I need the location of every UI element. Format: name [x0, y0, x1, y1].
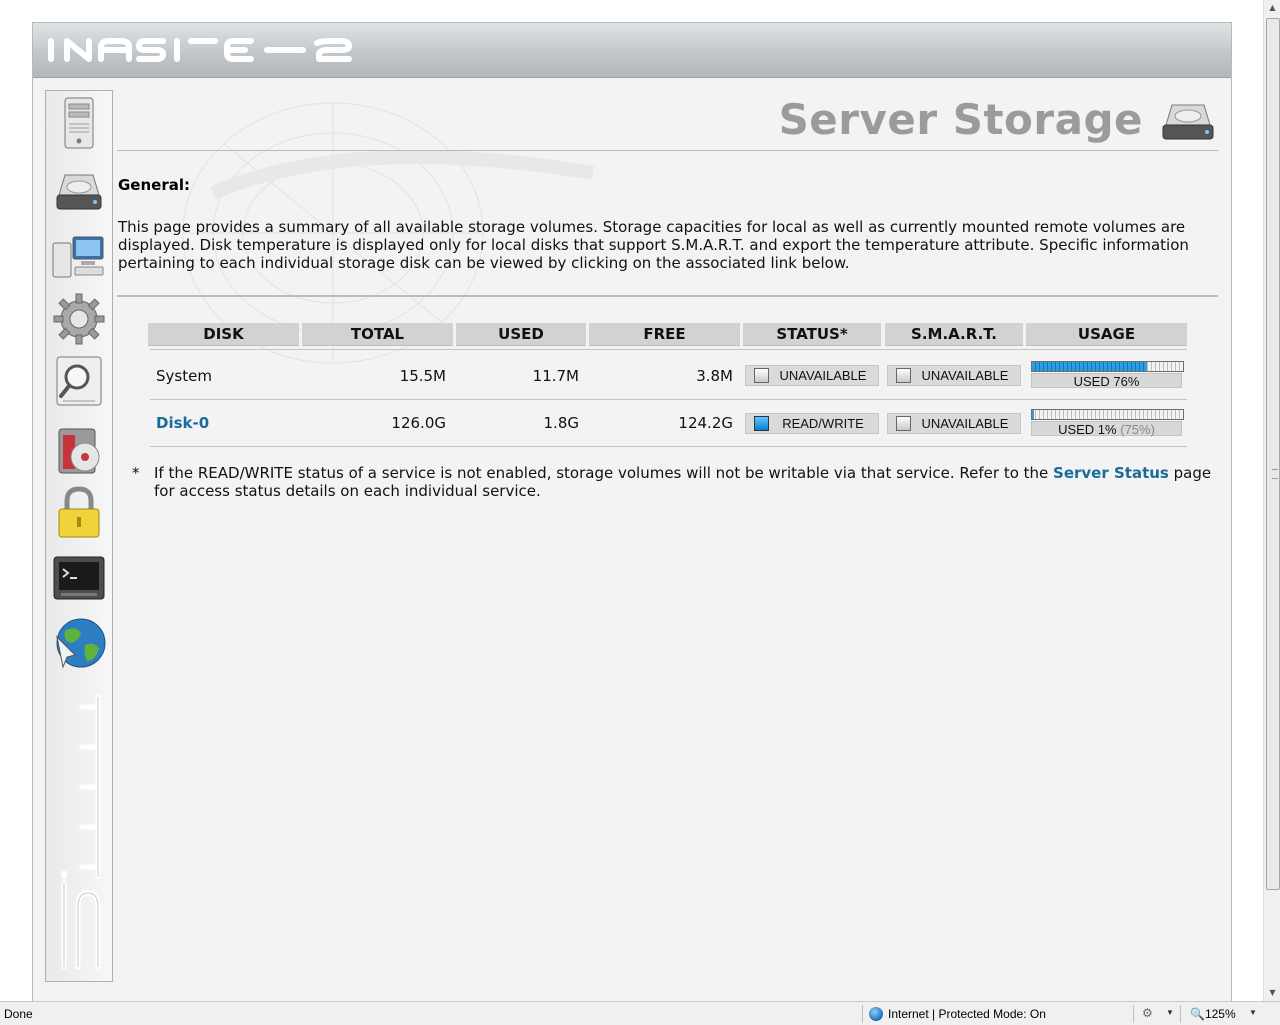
status-badge: READ/WRITE — [745, 413, 879, 434]
usage-bar — [1031, 361, 1184, 372]
zoom-level[interactable]: 🔍125% — [1190, 1007, 1236, 1021]
lock-icon[interactable] — [51, 485, 107, 541]
used-cell: 11.7M — [532, 367, 579, 385]
protected-mode-icon[interactable]: ⚙ — [1142, 1006, 1153, 1020]
hard-disk-icon[interactable] — [51, 165, 107, 221]
row-divider — [150, 349, 1187, 350]
smart-badge: UNAVAILABLE — [887, 365, 1021, 386]
chevron-down-icon[interactable]: ▼ — [1166, 1008, 1174, 1017]
scroll-thumb[interactable] — [1266, 18, 1280, 890]
footnote-marker: * — [132, 464, 140, 482]
smart-badge: UNAVAILABLE — [887, 413, 1021, 434]
smart-label: UNAVAILABLE — [921, 368, 1009, 383]
backup-icon[interactable] — [51, 423, 107, 479]
zone-label: Internet | Protected Mode: On — [888, 1007, 1046, 1021]
col-header-usage: USAGE — [1026, 323, 1187, 346]
status-indicator-icon — [754, 368, 769, 383]
status-badge: UNAVAILABLE — [745, 365, 879, 386]
hard-disk-icon — [1162, 104, 1214, 140]
terminal-icon[interactable] — [51, 551, 107, 607]
total-cell: 15.5M — [399, 367, 446, 385]
page-title: Server Storage — [778, 95, 1143, 144]
usage-label: USED 1% (75%) — [1031, 421, 1182, 437]
scroll-up-icon[interactable]: ▲ — [1264, 0, 1280, 16]
usage-bar-fill — [1032, 362, 1147, 371]
total-cell: 126.0G — [391, 414, 446, 432]
usage-label: USED 76% — [1031, 373, 1182, 389]
status-label: UNAVAILABLE — [779, 368, 867, 383]
disk-name: System — [156, 367, 212, 385]
footnote: If the READ/WRITE status of a service is… — [154, 464, 1212, 500]
col-header-status: STATUS* — [743, 323, 881, 346]
chevron-down-icon[interactable]: ▼ — [1249, 1008, 1257, 1017]
col-header-smart: S.M.A.R.T. — [885, 323, 1023, 346]
usage-meter: USED 1% (75%) — [1031, 409, 1184, 437]
server-status-link[interactable]: Server Status — [1053, 464, 1169, 482]
globe-icon — [869, 1007, 883, 1021]
title-divider — [117, 150, 1218, 151]
row-divider — [150, 446, 1187, 447]
status-text: Done — [4, 1007, 33, 1021]
vertical-scrollbar[interactable]: ▲ ▼ — [1263, 0, 1280, 1001]
scroll-down-icon[interactable]: ▼ — [1264, 985, 1280, 1001]
section-divider — [117, 295, 1218, 297]
page-frame: Server Storage General: This page provid… — [32, 22, 1232, 1002]
globe-icon[interactable] — [51, 615, 107, 671]
smart-indicator-icon — [896, 416, 911, 431]
server-icon[interactable] — [51, 96, 107, 152]
col-header-total: TOTAL — [302, 323, 453, 346]
usage-bar-fill — [1032, 410, 1034, 419]
status-label: READ/WRITE — [782, 416, 864, 431]
search-icon[interactable] — [51, 353, 107, 409]
page-description: This page provides a summary of all avai… — [118, 218, 1189, 272]
general-heading: General: — [118, 176, 190, 194]
col-header-free: FREE — [589, 323, 740, 346]
usage-bar — [1031, 409, 1184, 420]
col-header-used: USED — [456, 323, 586, 346]
usage-meter: USED 76% — [1031, 361, 1184, 389]
network-icon[interactable] — [51, 229, 107, 285]
used-cell: 1.8G — [543, 414, 579, 432]
col-header-disk: DISK — [148, 323, 299, 346]
nasite-logo — [48, 38, 352, 62]
security-zone: Internet | Protected Mode: On — [869, 1007, 1046, 1021]
smart-indicator-icon — [896, 368, 911, 383]
status-indicator-icon — [754, 416, 769, 431]
sidebar-nav — [45, 90, 113, 982]
sidebar-watermark — [61, 694, 101, 970]
gear-icon[interactable] — [51, 291, 107, 347]
browser-status-bar: Done Internet | Protected Mode: On ⚙ ▼ 🔍… — [0, 1001, 1280, 1025]
free-cell: 124.2G — [678, 414, 733, 432]
banner — [33, 23, 1231, 78]
smart-label: UNAVAILABLE — [921, 416, 1009, 431]
disk-link[interactable]: Disk-0 — [156, 414, 209, 432]
row-divider — [150, 399, 1187, 400]
free-cell: 3.8M — [696, 367, 733, 385]
